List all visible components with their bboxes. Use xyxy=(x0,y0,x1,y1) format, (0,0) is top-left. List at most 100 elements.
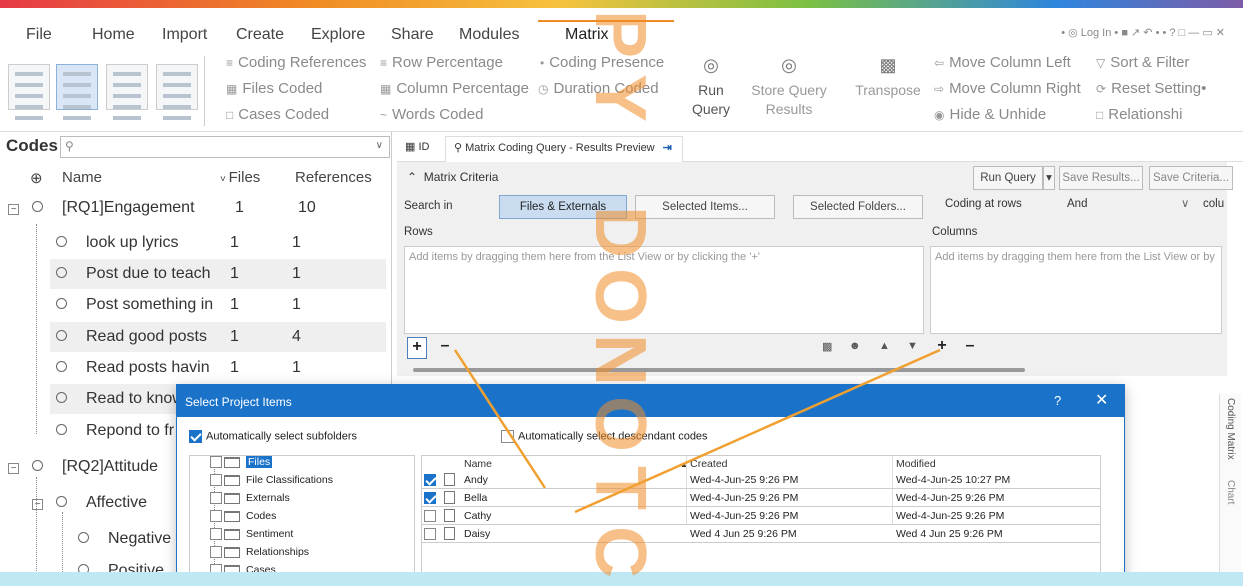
menu-matrix[interactable]: Matrix xyxy=(565,26,609,44)
tab-id[interactable]: ▦ ID xyxy=(405,140,429,153)
tree-row[interactable]: Read posts havin 1 1 xyxy=(0,353,390,383)
checkbox-icon[interactable] xyxy=(210,456,222,469)
folder-codes[interactable]: Codes xyxy=(210,510,276,528)
reset-settings-button[interactable]: ⟳ Reset Setting• xyxy=(1096,80,1206,97)
duration-coded-option[interactable]: ◷ Duration Coded xyxy=(538,80,659,97)
file-row[interactable]: Bella Wed-4-Jun-25 9:26 PM Wed-4-Jun-25 … xyxy=(422,490,1100,507)
menu-home[interactable]: Home xyxy=(92,26,135,44)
rows-drop-area[interactable]: Add items by dragging them here from the… xyxy=(404,246,924,334)
folder-files[interactable]: Files xyxy=(210,456,273,474)
coding-presence-option[interactable]: • Coding Presence xyxy=(540,54,664,71)
cases-coded-option[interactable]: □ Cases Coded xyxy=(226,106,329,123)
collapse-icon[interactable]: − xyxy=(8,463,19,474)
checkbox-icon[interactable] xyxy=(424,510,436,522)
run-query-dropdown[interactable]: ▾ xyxy=(1043,166,1055,190)
checkbox-icon[interactable] xyxy=(210,546,222,559)
checkbox-icon[interactable] xyxy=(424,528,436,540)
checkbox-icon[interactable] xyxy=(210,528,222,541)
folder-externals[interactable]: Externals xyxy=(210,492,290,510)
quick-access-icons[interactable]: • ■ ↗ ↶ • • ? □ — ▭ ✕ xyxy=(1114,27,1225,39)
menu-file[interactable]: File xyxy=(26,26,52,44)
codes-search-input[interactable]: ⚲ ∨ xyxy=(60,136,390,158)
checkbox-icon[interactable] xyxy=(501,430,514,443)
chevron-up-icon[interactable]: ⌃ xyxy=(407,170,424,184)
add-column-button[interactable]: + xyxy=(932,337,952,359)
selected-items-button[interactable]: Selected Items... xyxy=(635,195,775,219)
file-row[interactable]: Cathy Wed-4-Jun-25 9:26 PM Wed-4-Jun-25 … xyxy=(422,508,1100,525)
folder-relationships[interactable]: Relationships xyxy=(210,546,309,564)
coding-references-option[interactable]: ≡ Coding References xyxy=(226,54,366,71)
menu-explore[interactable]: Explore xyxy=(311,26,365,44)
save-criteria-button[interactable]: Save Criteria... xyxy=(1149,166,1233,190)
move-column-right-button[interactable]: ⇨ Move Column Right xyxy=(934,80,1081,97)
login-link[interactable]: Log In xyxy=(1081,27,1112,39)
operator-select[interactable]: And xyxy=(1067,198,1087,210)
checkbox-icon[interactable] xyxy=(210,492,222,505)
file-row[interactable]: Daisy Wed 4 Jun 25 9:26 PM Wed 4 Jun 25 … xyxy=(422,526,1100,543)
checkbox-icon[interactable] xyxy=(210,474,222,487)
save-results-button[interactable]: Save Results... xyxy=(1059,166,1143,190)
auto-select-descendants-checkbox[interactable]: Automatically select descendant codes xyxy=(501,430,708,443)
menu-import[interactable]: Import xyxy=(162,26,207,44)
matrix-icon[interactable]: ▩ xyxy=(822,340,832,353)
horizontal-scrollbar[interactable] xyxy=(413,368,1025,372)
remove-column-button[interactable]: – xyxy=(960,337,980,359)
files-coded-option[interactable]: ▦ Files Coded xyxy=(226,80,322,97)
column-references[interactable]: References xyxy=(295,169,372,186)
row-percentage-option[interactable]: ≡ Row Percentage xyxy=(380,54,503,71)
tree-row[interactable]: − [RQ1]Engagement 1 10 xyxy=(0,193,390,223)
dialog-title-bar[interactable]: Select Project Items ? ✕ xyxy=(177,385,1124,417)
column-files[interactable]: ˅ Files xyxy=(220,169,260,186)
folder-sentiment[interactable]: Sentiment xyxy=(210,528,293,546)
matrix-criteria-title[interactable]: ⌃ Matrix Criteria xyxy=(407,170,498,184)
auto-select-subfolders-checkbox[interactable]: Automatically select subfolders xyxy=(189,430,357,443)
tree-row[interactable]: Read good posts 1 4 xyxy=(50,322,386,352)
list-header-modified[interactable]: Modified xyxy=(896,458,936,470)
sort-filter-button[interactable]: ▽ Sort & Filter xyxy=(1096,54,1189,71)
close-tab-icon[interactable]: ⇥ xyxy=(663,142,672,154)
layout-thumb-3[interactable] xyxy=(106,64,148,120)
chevron-down-icon[interactable]: ∨ xyxy=(376,140,383,151)
menu-create[interactable]: Create xyxy=(236,26,284,44)
close-icon[interactable]: ✕ xyxy=(1095,390,1108,410)
gallery-scroll[interactable] xyxy=(204,56,216,126)
tab-chart[interactable]: Chart xyxy=(1225,480,1236,504)
move-up-icon[interactable]: ▲ xyxy=(879,340,890,352)
collapse-icon[interactable]: − xyxy=(8,204,19,215)
selected-folders-button[interactable]: Selected Folders... xyxy=(793,195,923,219)
checkbox-checked-icon[interactable] xyxy=(189,430,202,443)
tab-results-preview[interactable]: ⚲ Matrix Coding Query - Results Preview ⇥ xyxy=(445,136,683,162)
store-query-results-button[interactable]: ◎ Store Query Results xyxy=(744,56,834,119)
expand-all-icon[interactable]: ⊕ xyxy=(30,169,43,187)
menu-modules[interactable]: Modules xyxy=(459,26,519,44)
checkbox-icon[interactable] xyxy=(210,510,222,523)
relationship-option[interactable]: □ Relationshi xyxy=(1096,106,1182,123)
folder-file-classifications[interactable]: File Classifications xyxy=(210,474,333,492)
layout-thumb-1[interactable] xyxy=(8,64,50,120)
person-icon[interactable]: ☻ xyxy=(849,340,861,352)
tree-row[interactable]: look up lyrics 1 1 xyxy=(0,228,390,258)
checkbox-checked-icon[interactable] xyxy=(424,474,436,486)
menu-share[interactable]: Share xyxy=(391,26,434,44)
move-down-icon[interactable]: ▼ xyxy=(907,340,918,352)
file-row[interactable]: Andy Wed-4-Jun-25 9:26 PM Wed-4-Jun-25 1… xyxy=(422,472,1100,489)
user-icon[interactable]: • ◎ xyxy=(1061,27,1081,39)
help-icon[interactable]: ? xyxy=(1054,393,1061,408)
collapse-icon[interactable]: − xyxy=(32,499,43,510)
run-query-button[interactable]: ◎ Run Query xyxy=(688,56,734,119)
checkbox-checked-icon[interactable] xyxy=(424,492,436,504)
add-row-button[interactable]: + xyxy=(407,337,427,359)
chevron-down-icon[interactable]: ∨ xyxy=(1181,196,1189,210)
list-header-name[interactable]: Name xyxy=(464,458,492,470)
tree-row[interactable]: Post due to teach 1 1 xyxy=(50,259,386,289)
run-query-btn[interactable]: Run Query xyxy=(973,166,1043,190)
move-column-left-button[interactable]: ⇦ Move Column Left xyxy=(934,54,1071,71)
column-percentage-option[interactable]: ▦ Column Percentage xyxy=(380,80,529,97)
list-header-created[interactable]: ▲ Created xyxy=(680,458,728,470)
layout-thumb-4[interactable] xyxy=(156,64,198,120)
columns-drop-area[interactable]: Add items by dragging them here from the… xyxy=(930,246,1222,334)
remove-row-button[interactable]: – xyxy=(435,337,455,359)
hide-unhide-button[interactable]: ◉ Hide & Unhide xyxy=(934,106,1046,123)
layout-thumb-2[interactable] xyxy=(56,64,98,120)
tab-coding-matrix[interactable]: Coding Matrix xyxy=(1225,398,1236,460)
